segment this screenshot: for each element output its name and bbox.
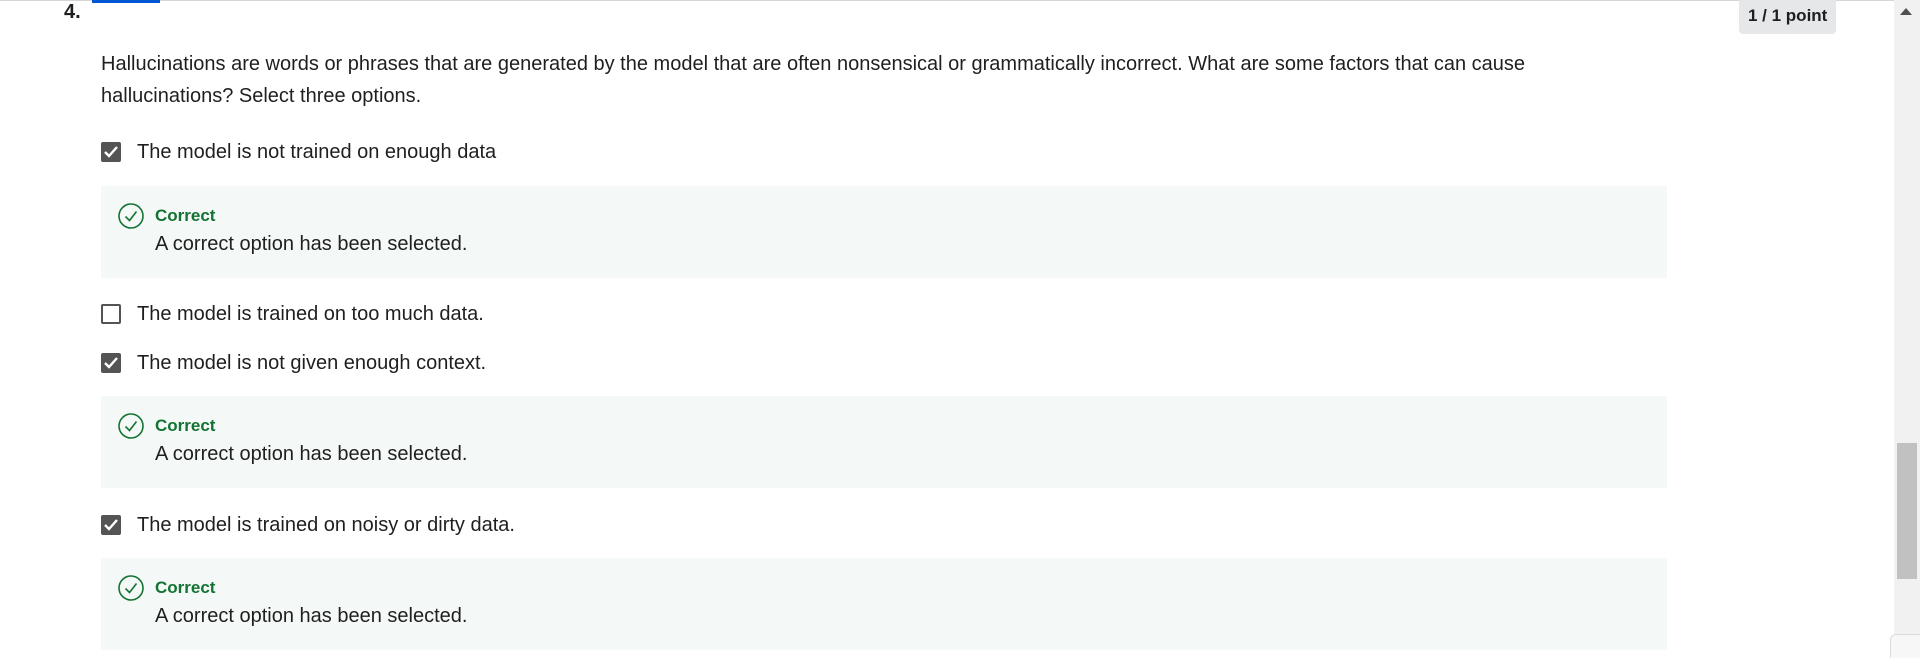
option-label: The model is trained on noisy or dirty d…: [137, 514, 515, 536]
checkbox-checked[interactable]: [101, 353, 121, 373]
check-circle-icon: [118, 575, 144, 601]
feedback-text: A correct option has been selected.: [155, 605, 468, 627]
check-circle-icon: [118, 413, 144, 439]
top-accent-bar: [92, 0, 160, 3]
checkbox-checked[interactable]: [101, 515, 121, 535]
feedback-correct: Correct A correct option has been select…: [101, 186, 1667, 278]
option-4[interactable]: The model is trained on noisy or dirty d…: [101, 511, 515, 539]
feedback-correct: Correct A correct option has been select…: [101, 396, 1667, 488]
score-badge: 1 / 1 point: [1739, 0, 1837, 34]
feedback-text: A correct option has been selected.: [155, 233, 468, 255]
feedback-status: Correct: [155, 206, 216, 225]
option-label: The model is trained on too much data.: [137, 303, 484, 325]
scroll-up-arrow-icon[interactable]: [1900, 8, 1912, 15]
checkmark-icon: [104, 357, 118, 369]
check-circle-icon: [118, 203, 144, 229]
collapse-handle[interactable]: [1890, 634, 1920, 658]
checkbox-unchecked[interactable]: [101, 304, 121, 324]
checkmark-icon: [104, 519, 118, 531]
feedback-correct: Correct A correct option has been select…: [101, 558, 1667, 650]
feedback-status: Correct: [155, 416, 216, 435]
option-2[interactable]: The model is trained on too much data.: [101, 300, 484, 328]
option-label: The model is not trained on enough data: [137, 141, 497, 163]
checkbox-checked[interactable]: [101, 142, 121, 162]
feedback-text: A correct option has been selected.: [155, 443, 468, 465]
feedback-status: Correct: [155, 578, 216, 597]
option-1[interactable]: The model is not trained on enough data: [101, 138, 496, 166]
question-prompt: Hallucinations are words or phrases that…: [101, 53, 1526, 107]
question-number: 4.: [64, 1, 81, 23]
scrollbar-thumb[interactable]: [1897, 443, 1917, 579]
option-3[interactable]: The model is not given enough context.: [101, 349, 486, 377]
top-divider: [0, 0, 1894, 1]
checkmark-icon: [104, 146, 118, 158]
option-label: The model is not given enough context.: [137, 352, 487, 374]
